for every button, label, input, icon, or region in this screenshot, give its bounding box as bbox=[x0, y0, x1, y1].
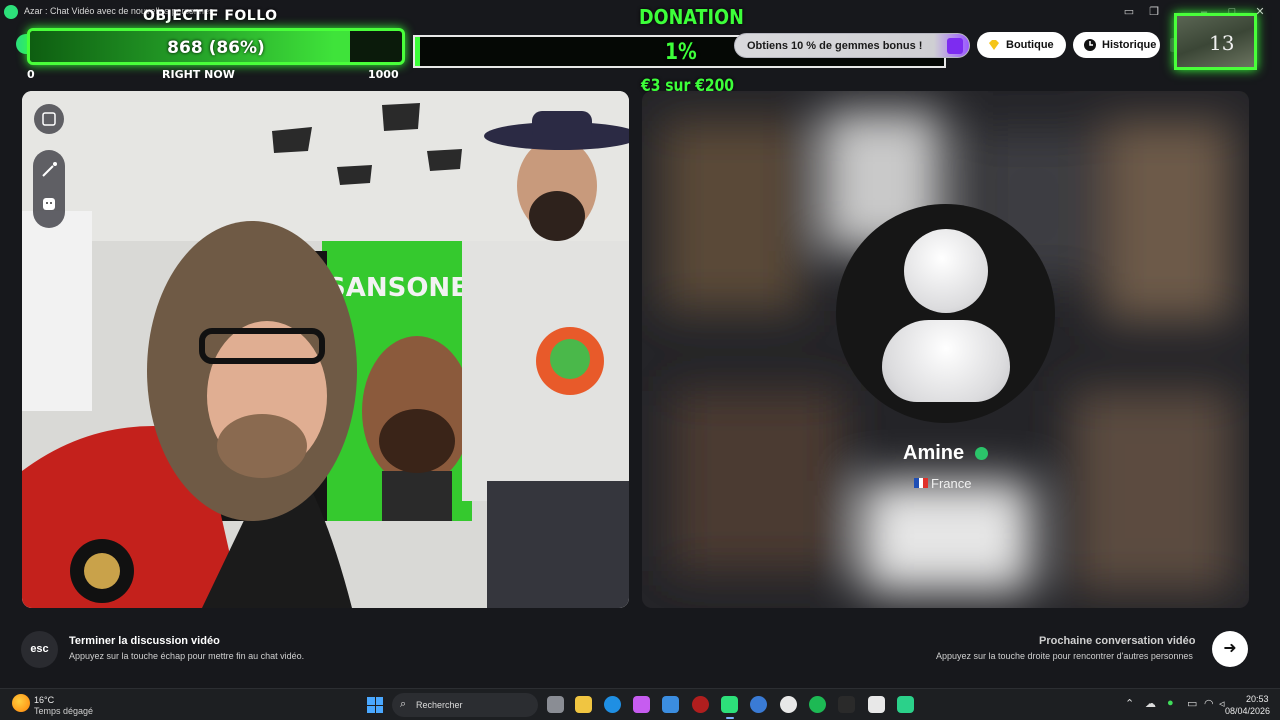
chrome-icon[interactable] bbox=[780, 696, 797, 713]
obs-icon[interactable] bbox=[868, 696, 885, 713]
effects-tray bbox=[33, 150, 65, 228]
microphone-icon[interactable]: ● bbox=[1167, 697, 1174, 709]
streamer-cam-box: 13 bbox=[1174, 13, 1257, 70]
cam-counter: 13 bbox=[1209, 31, 1235, 55]
store-app-icon[interactable] bbox=[662, 696, 679, 713]
follower-progress-value: 868 (86%) bbox=[167, 38, 265, 58]
donation-title: DONATION bbox=[639, 5, 744, 29]
expand-icon bbox=[42, 112, 56, 126]
taskbar-date[interactable]: 08/04/2026 bbox=[1225, 706, 1270, 716]
local-video: SANSONET bbox=[22, 91, 629, 608]
next-chat-title: Prochaine conversation vidéo bbox=[1039, 635, 1196, 647]
azar-taskbar-icon[interactable] bbox=[721, 696, 738, 713]
shop-button[interactable]: Boutique bbox=[977, 32, 1066, 58]
window-icon[interactable]: ❐ bbox=[1146, 4, 1162, 20]
end-chat-title: Terminer la discussion vidéo bbox=[69, 635, 220, 647]
magic-wand-icon[interactable] bbox=[42, 162, 57, 177]
verified-icon bbox=[975, 447, 988, 460]
weather-icon[interactable] bbox=[12, 694, 30, 712]
follower-caption: RIGHT NOW bbox=[162, 68, 235, 81]
face-filter-icon[interactable] bbox=[43, 198, 55, 210]
taskbar-search-placeholder: Rechercher bbox=[416, 700, 463, 710]
follower-goal-title: OBJECTIF FOLLO bbox=[143, 8, 278, 24]
follower-progress-bar: 868 (86%) bbox=[27, 28, 405, 65]
avatar-head bbox=[904, 229, 988, 313]
display-icon[interactable]: ▭ bbox=[1187, 697, 1197, 710]
end-chat-button[interactable]: esc bbox=[21, 631, 58, 668]
peer-avatar bbox=[836, 204, 1055, 423]
clock-icon bbox=[1084, 39, 1096, 51]
history-button[interactable]: Historique bbox=[1073, 32, 1160, 58]
taskbar-time[interactable]: 20:53 bbox=[1246, 694, 1269, 704]
shop-label: Boutique bbox=[1006, 39, 1054, 51]
donation-progress-fill bbox=[415, 37, 421, 66]
tf-app-icon[interactable] bbox=[838, 696, 855, 713]
green-app-icon[interactable] bbox=[897, 696, 914, 713]
arrow-right-icon: ➜ bbox=[1223, 640, 1237, 657]
effects-tray-icons bbox=[42, 162, 57, 210]
peer-name: Amine bbox=[903, 442, 965, 464]
spotify-icon[interactable] bbox=[809, 696, 826, 713]
weather-temperature[interactable]: 16°C bbox=[34, 695, 54, 705]
avatar-body bbox=[882, 320, 1010, 402]
gems-promo-button[interactable]: Obtiens 10 % de gemmes bonus ! bbox=[734, 33, 970, 58]
diamond-icon bbox=[989, 40, 999, 50]
gift-icon bbox=[947, 38, 963, 54]
next-chat-button[interactable]: ➜ bbox=[1212, 631, 1248, 667]
red-app-icon[interactable] bbox=[692, 696, 709, 713]
follower-max-label: 1000 bbox=[368, 68, 399, 81]
follower-min-label: 0 bbox=[27, 68, 35, 81]
next-chat-description: Appuyez sur la touche droite pour rencon… bbox=[936, 651, 1193, 661]
peer-country: France bbox=[931, 476, 972, 491]
end-chat-description: Appuyez sur la touche échap pour mettre … bbox=[69, 651, 305, 661]
expand-video-button[interactable] bbox=[34, 104, 64, 134]
windows-taskbar: 16°C Temps dégagé ⌕ Rechercher ⌃ ☁ ● ▭ ◠… bbox=[0, 688, 1280, 720]
edge-icon[interactable] bbox=[604, 696, 621, 713]
c-app-icon[interactable] bbox=[750, 696, 767, 713]
task-view-icon[interactable] bbox=[547, 696, 564, 713]
start-icon[interactable] bbox=[367, 697, 383, 713]
history-label: Historique bbox=[1102, 39, 1157, 51]
file-explorer-icon[interactable] bbox=[575, 696, 592, 713]
azar-active-indicator bbox=[726, 717, 734, 719]
local-video-scene: SANSONET bbox=[22, 91, 629, 608]
donation-percent: 1% bbox=[665, 40, 697, 65]
taskbar-search[interactable]: ⌕ Rechercher bbox=[392, 693, 538, 717]
video-icon[interactable]: ▭ bbox=[1121, 4, 1137, 20]
app-window: Azar : Chat Vidéo avec de nouvelles pers… bbox=[0, 0, 1280, 720]
france-flag-icon bbox=[914, 478, 929, 488]
copilot-icon[interactable] bbox=[633, 696, 650, 713]
wifi-icon[interactable]: ◠ bbox=[1204, 697, 1214, 710]
gems-promo-label: Obtiens 10 % de gemmes bonus ! bbox=[747, 40, 923, 52]
tray-chevron-icon[interactable]: ⌃ bbox=[1125, 697, 1134, 710]
azar-logo-icon bbox=[4, 5, 18, 19]
search-icon: ⌕ bbox=[400, 698, 407, 710]
cloud-icon[interactable]: ☁ bbox=[1145, 697, 1156, 710]
volume-icon[interactable]: ◃ bbox=[1219, 697, 1225, 710]
weather-description[interactable]: Temps dégagé bbox=[34, 706, 93, 716]
